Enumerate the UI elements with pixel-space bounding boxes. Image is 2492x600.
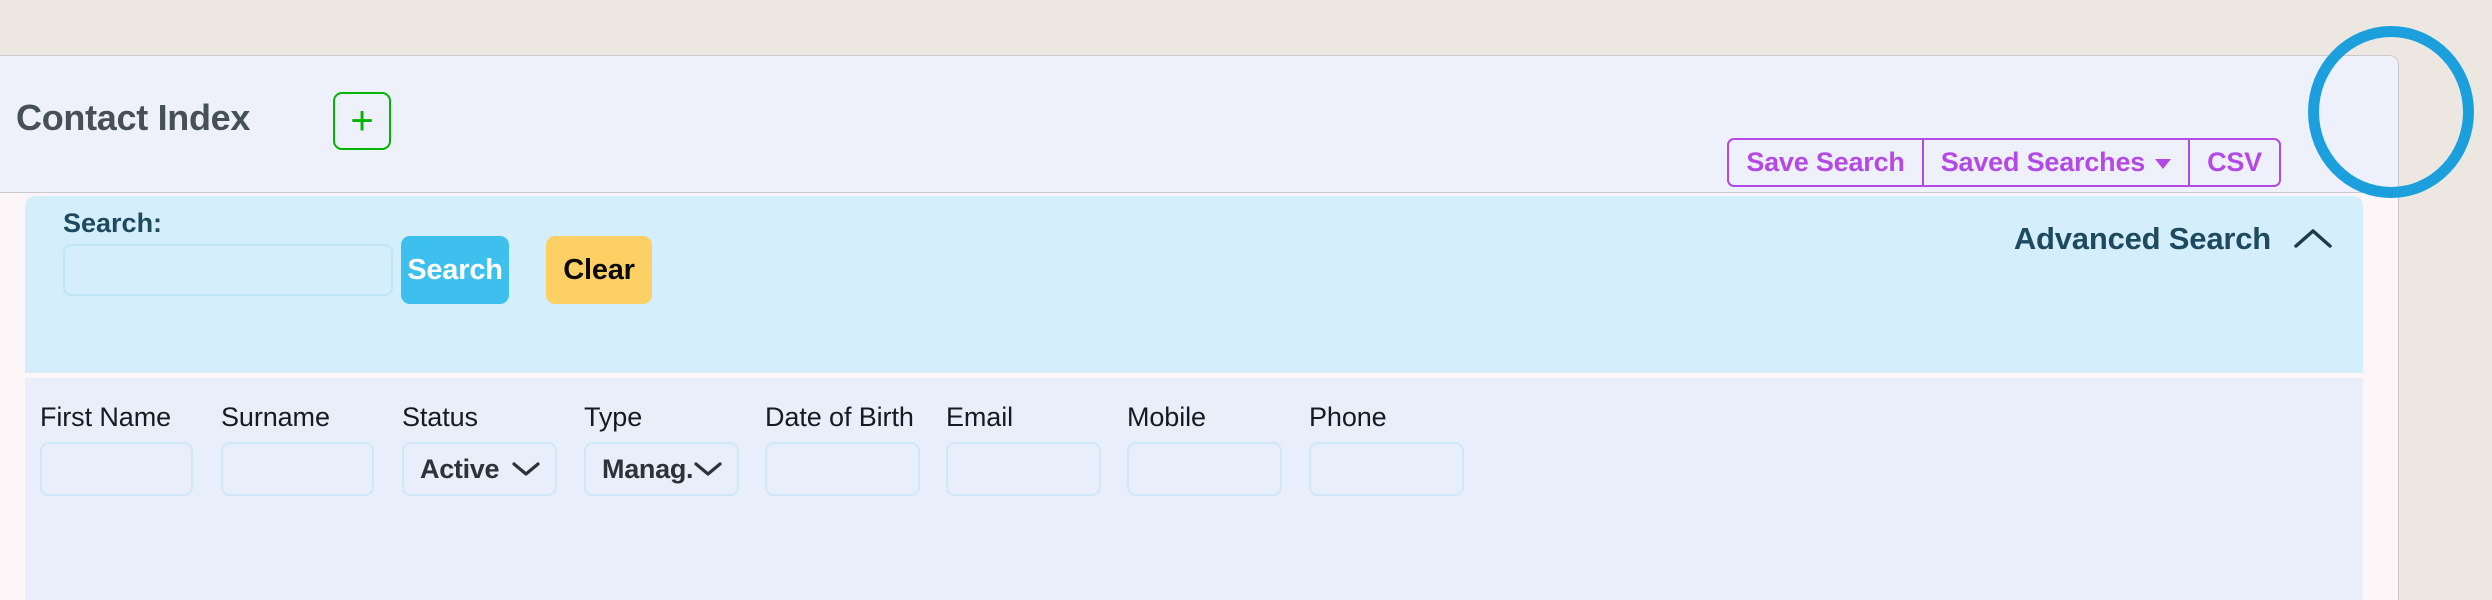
field-label-phone: Phone <box>1309 402 1387 432</box>
field-first-name: First Name <box>40 402 193 496</box>
field-label-status: Status <box>402 402 478 432</box>
saved-searches-label: Saved Searches <box>1940 147 2146 177</box>
select-status[interactable]: Active <box>402 442 557 496</box>
field-email: Email <box>946 402 1101 496</box>
advanced-search-label: Advanced Search <box>2013 221 2271 256</box>
search-panel: Search: Search Clear Advanced Search <box>25 196 2363 373</box>
add-contact-button[interactable]: + <box>333 92 391 150</box>
field-type: Type Manag... <box>584 402 739 496</box>
advanced-search-panel: First Name Surname Status Active Type Ma… <box>25 378 2363 600</box>
field-phone: Phone <box>1309 402 1464 496</box>
header-action-group: Save Search Saved Searches CSV <box>1727 138 2281 187</box>
select-status-value: Active <box>420 453 500 484</box>
select-type-value: Manag... <box>602 453 693 484</box>
field-label-surname: Surname <box>221 402 330 432</box>
advanced-search-toggle[interactable]: Advanced Search <box>2014 221 2333 257</box>
saved-searches-button[interactable]: Saved Searches <box>1922 138 2190 187</box>
select-type[interactable]: Manag... <box>584 442 739 496</box>
input-email[interactable] <box>946 442 1101 496</box>
field-label-mobile: Mobile <box>1127 402 1206 432</box>
input-mobile[interactable] <box>1127 442 1282 496</box>
field-label-first-name: First Name <box>40 402 172 432</box>
tab-inactive[interactable]: Inactive <box>131 0 256 7</box>
tab-strip: Active Inactive <box>0 0 2492 55</box>
field-mobile: Mobile <box>1127 402 1282 496</box>
chevron-down-icon <box>511 460 541 478</box>
input-surname[interactable] <box>221 442 374 496</box>
input-first-name[interactable] <box>40 442 193 496</box>
search-label: Search: <box>63 208 163 238</box>
field-label-type: Type <box>584 402 643 432</box>
field-status: Status Active <box>402 402 557 496</box>
chevron-up-icon <box>2293 227 2333 251</box>
plus-icon: + <box>350 99 374 143</box>
search-input[interactable] <box>63 244 393 296</box>
input-phone[interactable] <box>1309 442 1464 496</box>
search-clear-button[interactable]: Clear <box>546 236 652 304</box>
search-submit-button[interactable]: Search <box>401 236 509 304</box>
contact-index-card: Contact Index + Save Search Saved Search… <box>0 55 2399 600</box>
card-header: Contact Index + Save Search Saved Search… <box>0 56 2398 193</box>
save-search-button[interactable]: Save Search <box>1727 138 1923 187</box>
csv-label: CSV <box>2207 147 2262 177</box>
page-title: Contact Index <box>16 97 251 138</box>
field-label-email: Email <box>946 402 1014 432</box>
input-date-of-birth[interactable] <box>765 442 920 496</box>
csv-button[interactable]: CSV <box>2189 138 2281 187</box>
save-search-label: Save Search <box>1746 147 1905 177</box>
chevron-down-icon <box>2155 159 2172 169</box>
chevron-down-icon <box>693 460 723 478</box>
field-label-date-of-birth: Date of Birth <box>765 402 914 432</box>
field-date-of-birth: Date of Birth <box>765 402 920 496</box>
field-surname: Surname <box>221 402 374 496</box>
tab-active[interactable]: Active <box>6 0 107 7</box>
